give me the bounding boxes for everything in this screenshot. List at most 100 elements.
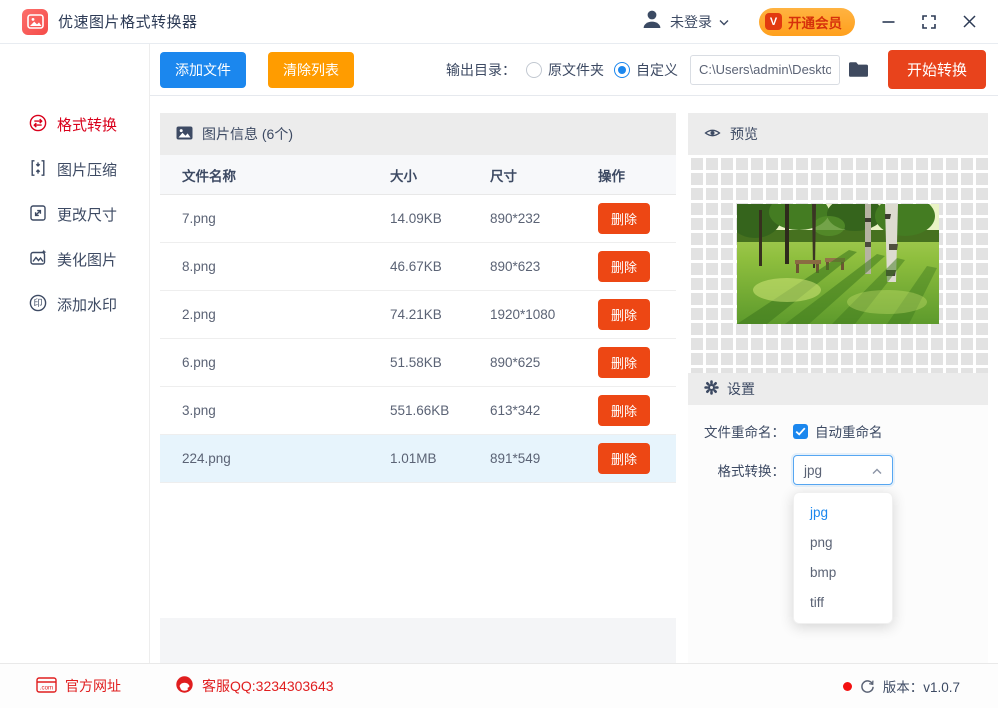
resize-icon <box>28 203 48 227</box>
official-website-link[interactable]: .com 官方网址 <box>36 676 121 696</box>
format-row: 格式转换： jpg <box>688 455 988 485</box>
svg-text:印: 印 <box>33 297 42 308</box>
settings-header: 设置 <box>688 373 988 405</box>
delete-button[interactable]: 删除 <box>598 203 651 234</box>
browse-folder-button[interactable] <box>848 61 870 78</box>
delete-button[interactable]: 删除 <box>598 347 651 378</box>
vip-label: 开通会员 <box>788 15 842 31</box>
clear-list-button[interactable]: 清除列表 <box>268 51 354 88</box>
radio-custom-circle <box>613 61 630 78</box>
table-column-headers: 文件名称 大小 尺寸 操作 <box>160 155 676 195</box>
chevron-up-icon <box>872 463 882 478</box>
preview-header: 预览 <box>688 113 988 155</box>
statusbar: .com 官方网址 客服QQ:3234303643 版本：v1.0.7 <box>0 663 998 708</box>
format-option-tiff[interactable]: tiff <box>794 588 892 618</box>
delete-button[interactable]: 删除 <box>598 251 651 282</box>
preview-image <box>737 204 939 324</box>
titlebar: 优速图片格式转换器 未登录 V 开通会员 <box>0 0 998 44</box>
login-menu[interactable]: 未登录 <box>641 8 729 35</box>
file-size: 14.09KB <box>390 211 442 226</box>
file-name: 7.png <box>182 211 216 226</box>
table-row[interactable]: 2.png 74.21KB 1920*1080 删除 <box>160 291 676 339</box>
check-update-button[interactable] <box>860 679 875 694</box>
sidebar-item-compress[interactable]: 图片压缩 <box>0 147 149 192</box>
format-option-png[interactable]: png <box>794 528 892 558</box>
login-label: 未登录 <box>670 13 712 30</box>
table-row[interactable]: 8.png 46.67KB 890*623 删除 <box>160 243 676 291</box>
vip-badge-icon: V <box>765 13 782 30</box>
right-panel: 预览 设置 文件重命名： 自动重命名 格式转换： jpg jpg png bmp… <box>688 113 988 663</box>
minimize-button[interactable] <box>882 15 895 28</box>
sidebar-item-format-convert[interactable]: 格式转换 <box>0 102 149 147</box>
table-row-selected[interactable]: 224.png 1.01MB 891*549 删除 <box>160 435 676 483</box>
website-label: 官方网址 <box>65 678 121 694</box>
bottom-strip <box>160 618 676 663</box>
file-dims: 891*549 <box>490 451 541 466</box>
format-convert-icon <box>28 113 48 137</box>
file-dims: 613*342 <box>490 403 541 418</box>
sidebar: 格式转换 图片压缩 更改尺寸 美化图片 印 添加水印 <box>0 44 150 663</box>
close-button[interactable] <box>963 15 976 28</box>
output-path-input[interactable] <box>689 54 840 85</box>
beautify-icon <box>28 248 48 272</box>
radio-original-circle <box>525 61 542 78</box>
sidebar-item-watermark[interactable]: 印 添加水印 <box>0 282 149 327</box>
radio-original-label: 原文件夹 <box>547 61 604 78</box>
sidebar-item-label: 图片压缩 <box>57 162 118 179</box>
image-info-icon <box>176 126 193 143</box>
radio-custom-folder[interactable]: 自定义 <box>613 60 678 80</box>
maximize-button[interactable] <box>922 14 936 29</box>
delete-button[interactable]: 删除 <box>598 443 651 474</box>
table-row[interactable]: 6.png 51.58KB 890*625 删除 <box>160 339 676 387</box>
website-icon: .com <box>36 676 57 696</box>
version-label: 版本：v1.0.7 <box>882 680 960 695</box>
user-avatar-icon <box>641 8 663 35</box>
settings-body: 文件重命名： 自动重命名 格式转换： jpg <box>688 405 988 499</box>
table-row[interactable]: 7.png 14.09KB 890*232 删除 <box>160 195 676 243</box>
radio-custom-label: 自定义 <box>635 61 678 78</box>
add-files-button[interactable]: 添加文件 <box>160 51 246 88</box>
file-size: 551.66KB <box>390 403 450 418</box>
chevron-down-icon <box>719 13 729 31</box>
start-convert-button[interactable]: 开始转换 <box>887 50 986 89</box>
file-name: 8.png <box>182 259 216 274</box>
output-dir-group: 输出目录： 原文件夹 自定义 开始转换 <box>446 50 986 89</box>
table-row[interactable]: 3.png 551.66KB 613*342 删除 <box>160 387 676 435</box>
sidebar-item-label: 更改尺寸 <box>57 207 118 224</box>
rename-label: 文件重命名： <box>704 425 785 440</box>
format-select[interactable]: jpg <box>793 455 893 485</box>
file-list-column: 图片信息 (6个) 文件名称 大小 尺寸 操作 7.png 14.09KB 89… <box>160 113 676 663</box>
sidebar-item-resize[interactable]: 更改尺寸 <box>0 192 149 237</box>
preview-transparency-grid <box>688 155 988 373</box>
sidebar-item-label: 格式转换 <box>57 117 118 134</box>
app-window: 优速图片格式转换器 未登录 V 开通会员 格式转换 图片压缩 更改尺寸 美化图片… <box>0 0 998 708</box>
col-dims: 尺寸 <box>490 168 517 184</box>
delete-button[interactable]: 删除 <box>598 395 651 426</box>
radio-original-folder[interactable]: 原文件夹 <box>525 60 604 80</box>
status-dot <box>842 681 852 691</box>
sidebar-item-label: 美化图片 <box>57 252 118 269</box>
content: 图片信息 (6个) 文件名称 大小 尺寸 操作 7.png 14.09KB 89… <box>150 96 998 663</box>
qq-support-link[interactable]: 客服QQ:3234303643 <box>175 675 334 697</box>
headset-icon <box>175 675 194 697</box>
compress-icon <box>28 158 48 182</box>
file-panel-header: 图片信息 (6个) <box>160 113 676 155</box>
auto-rename-checkbox[interactable] <box>793 423 808 439</box>
file-dims: 890*625 <box>490 355 541 370</box>
eye-icon <box>704 126 721 142</box>
file-size: 46.67KB <box>390 259 442 274</box>
file-size: 1.01MB <box>390 451 437 466</box>
sidebar-item-beautify[interactable]: 美化图片 <box>0 237 149 282</box>
format-option-jpg[interactable]: jpg <box>794 498 892 528</box>
file-size: 74.21KB <box>390 307 442 322</box>
file-panel-title: 图片信息 (6个) <box>202 126 293 142</box>
gear-icon <box>704 380 719 398</box>
delete-button[interactable]: 删除 <box>598 299 651 330</box>
workspace: 添加文件 清除列表 输出目录： 原文件夹 自定义 C:\Users\admin\… <box>150 44 998 663</box>
app-logo-icon <box>22 8 48 35</box>
watermark-icon: 印 <box>28 293 48 317</box>
file-name: 3.png <box>182 403 216 418</box>
format-option-bmp[interactable]: bmp <box>794 558 892 588</box>
vip-button[interactable]: V 开通会员 <box>759 7 855 36</box>
version-group: 版本：v1.0.7 <box>842 676 960 696</box>
